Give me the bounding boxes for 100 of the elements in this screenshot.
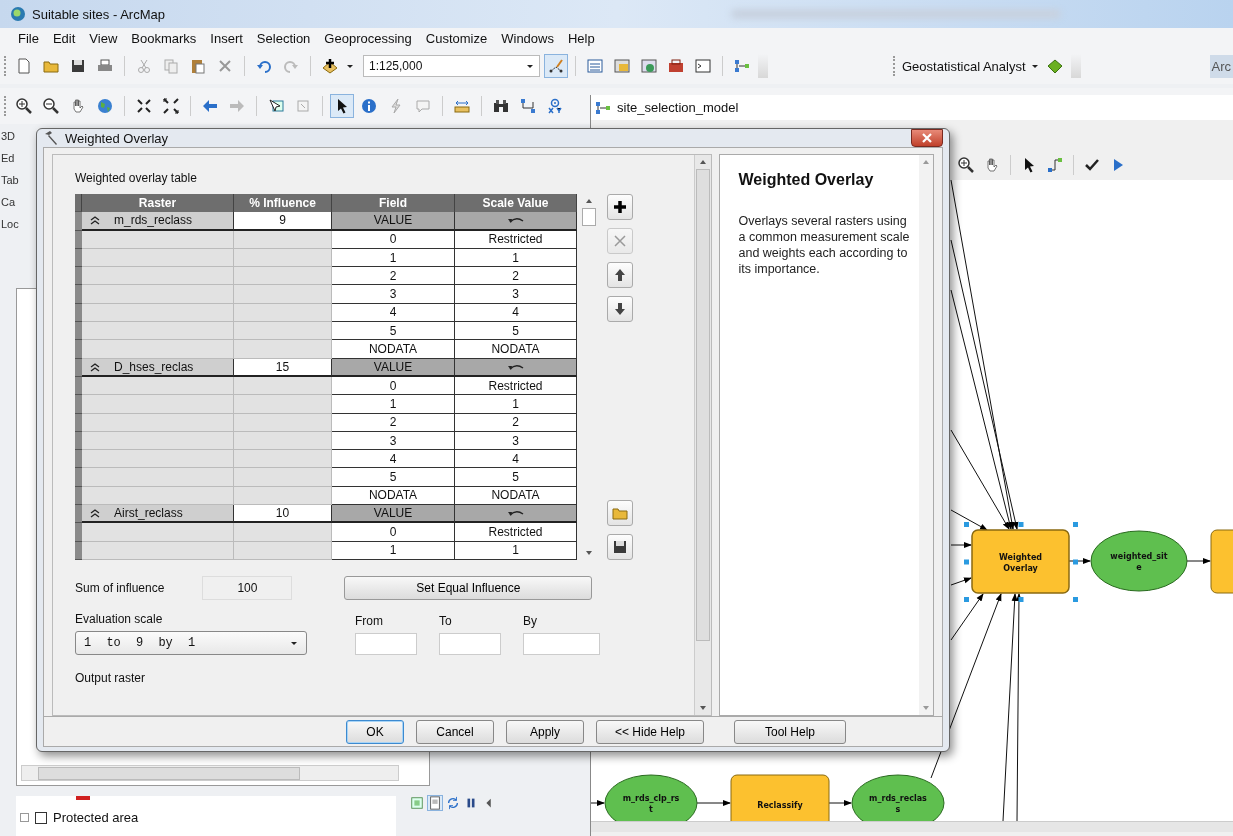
menu-item[interactable]: Windows xyxy=(494,30,561,46)
open-folder-icon[interactable] xyxy=(612,505,628,521)
table-cell[interactable] xyxy=(455,212,577,231)
dialog-button[interactable]: Apply xyxy=(506,719,584,744)
tool-node[interactable]: Reclassify xyxy=(730,774,830,821)
collapse-box[interactable] xyxy=(20,813,29,822)
menu-item[interactable]: View xyxy=(82,30,125,46)
open-folder-button[interactable] xyxy=(607,500,633,526)
influence-cell[interactable]: 9 xyxy=(234,212,332,231)
row-selector[interactable] xyxy=(75,468,82,487)
data-node[interactable]: m_rds_clp_rs t xyxy=(604,774,698,821)
input-field[interactable] xyxy=(523,633,600,655)
row-selector[interactable] xyxy=(75,248,82,268)
row-selector[interactable] xyxy=(75,486,82,506)
scroll-up-icon[interactable] xyxy=(699,159,708,165)
geostatistical-analyst-menu[interactable]: Geostatistical Analyst xyxy=(902,58,1026,74)
caret-icon[interactable] xyxy=(1030,62,1039,70)
data-node[interactable]: m_rds_reclas s xyxy=(851,774,945,821)
menu-item[interactable]: Help xyxy=(560,30,602,46)
raster-cell[interactable]: m_rds_reclass xyxy=(82,212,234,231)
row-selector[interactable] xyxy=(75,267,82,286)
scroll-thumb[interactable] xyxy=(696,169,711,641)
caret-icon[interactable] xyxy=(290,639,298,647)
menu-item[interactable]: Bookmarks xyxy=(124,30,204,46)
row-selector[interactable] xyxy=(75,376,82,396)
row-selector[interactable] xyxy=(75,303,82,323)
table-cell[interactable]: 5 xyxy=(455,468,577,487)
table-cell[interactable]: 4 xyxy=(455,450,577,469)
tool-node[interactable] xyxy=(1210,529,1233,594)
row-selector[interactable] xyxy=(75,358,82,377)
row-selector[interactable] xyxy=(75,212,82,231)
menu-item[interactable]: Selection xyxy=(249,30,318,46)
raster-cell[interactable]: Airst_reclass xyxy=(82,505,234,524)
row-selector[interactable] xyxy=(75,541,82,560)
table-cell[interactable]: NODATA xyxy=(455,340,577,359)
table-cell[interactable]: Restricted xyxy=(455,523,577,542)
layer-checkbox[interactable] xyxy=(35,811,47,824)
plus-icon[interactable] xyxy=(612,199,628,215)
row-selector[interactable] xyxy=(75,395,82,414)
toolbar-label[interactable]: Arc xyxy=(1209,54,1233,78)
row-selector[interactable] xyxy=(75,431,82,451)
vertical-scrollbar[interactable] xyxy=(694,155,712,715)
menu-item[interactable]: Insert xyxy=(203,30,250,46)
horizontal-scrollbar[interactable] xyxy=(591,821,1233,832)
evaluation-scale-dropdown[interactable]: 1 to 9 by 1 xyxy=(75,631,307,655)
save-icon[interactable] xyxy=(612,539,628,555)
chevron-icon[interactable] xyxy=(90,361,100,372)
table-cell[interactable]: 1 xyxy=(455,395,577,414)
scroll-thumb[interactable] xyxy=(582,208,596,226)
toolbar-grip[interactable] xyxy=(893,56,897,76)
save-button[interactable] xyxy=(607,534,633,560)
scroll-up-icon[interactable] xyxy=(585,198,593,204)
caret-icon[interactable] xyxy=(526,62,534,70)
chevron-icon[interactable] xyxy=(90,508,100,519)
dialog-button[interactable]: << Hide Help xyxy=(596,719,704,744)
row-selector[interactable] xyxy=(75,230,82,249)
row-selector[interactable] xyxy=(75,450,82,469)
scroll-down-icon[interactable] xyxy=(699,705,708,711)
row-selector[interactable] xyxy=(75,285,82,304)
toolbar-grip[interactable] xyxy=(4,96,8,116)
set-equal-influence-button[interactable]: Set Equal Influence xyxy=(344,576,593,600)
close-icon[interactable] xyxy=(921,133,933,143)
influence-cell[interactable]: 10 xyxy=(234,505,332,524)
table-cell[interactable]: 2 xyxy=(455,267,577,286)
curved-arrow-icon[interactable] xyxy=(506,216,525,225)
toolbar-grip[interactable] xyxy=(4,56,8,76)
row-selector[interactable] xyxy=(75,413,82,432)
up-arrow-icon[interactable] xyxy=(612,267,628,283)
selection-handles[interactable] xyxy=(964,522,1078,602)
down-arrow-icon[interactable] xyxy=(612,301,628,317)
chevron-icon[interactable] xyxy=(90,215,100,226)
menu-item[interactable]: Edit xyxy=(45,30,83,46)
caret-icon[interactable] xyxy=(346,62,354,70)
up-arrow-button[interactable] xyxy=(607,262,633,288)
dialog-button[interactable]: Cancel xyxy=(416,719,494,744)
input-field[interactable] xyxy=(439,633,501,655)
editor-icon[interactable] xyxy=(545,55,567,77)
menu-item[interactable]: File xyxy=(11,30,46,46)
refresh-icon[interactable] xyxy=(446,796,460,810)
down-arrow-button[interactable] xyxy=(607,296,633,322)
scale-combo[interactable]: 1:125,000 xyxy=(363,55,540,77)
row-selector[interactable] xyxy=(75,322,82,341)
row-selector[interactable] xyxy=(75,523,82,542)
dialog-button[interactable]: OK xyxy=(346,719,404,744)
curved-arrow-icon[interactable] xyxy=(506,509,525,518)
page-icon[interactable] xyxy=(428,796,442,810)
close-button[interactable] xyxy=(911,129,943,147)
menu-item[interactable]: Geoprocessing xyxy=(317,30,419,46)
scroll-thumb[interactable] xyxy=(38,767,300,780)
zoom-out-arrows-icon[interactable] xyxy=(160,95,182,117)
row-selector[interactable] xyxy=(75,505,82,524)
horizontal-scrollbar[interactable] xyxy=(21,765,399,781)
tool-node[interactable]: Weighted Overlay xyxy=(971,529,1070,594)
input-field[interactable] xyxy=(355,633,417,655)
table-cell[interactable] xyxy=(455,505,577,524)
tool-help-button[interactable]: Tool Help xyxy=(734,719,846,744)
menu-item[interactable]: Customize xyxy=(418,30,495,46)
row-selector[interactable] xyxy=(75,340,82,359)
plus-button[interactable] xyxy=(607,194,633,220)
pointer-icon[interactable] xyxy=(331,95,353,117)
